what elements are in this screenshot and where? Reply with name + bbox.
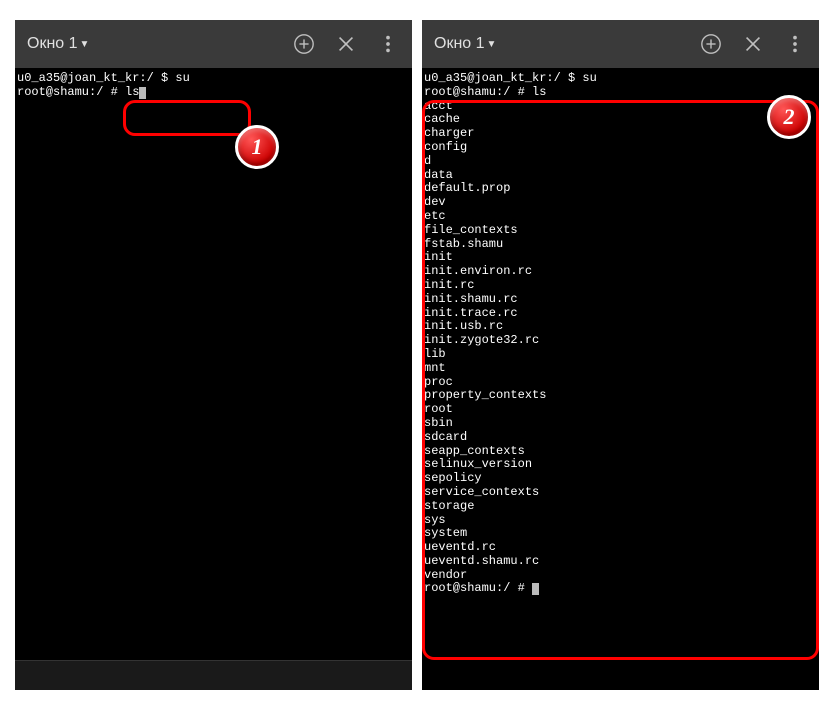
- phone-screen-right: Окно 1 ▼: [422, 20, 819, 690]
- terminal-line: init.trace.rc: [424, 306, 518, 320]
- terminal-line: service_contexts: [424, 485, 539, 499]
- window-title: Окно 1: [434, 35, 485, 53]
- terminal-line: ueventd.rc: [424, 540, 496, 554]
- terminal-line: selinux_version: [424, 457, 532, 471]
- terminal-line: fstab.shamu: [424, 237, 503, 251]
- menu-button[interactable]: [376, 32, 400, 56]
- terminal-line: data: [424, 168, 453, 182]
- terminal-line: lib: [424, 347, 446, 361]
- dropdown-icon: ▼: [487, 39, 497, 50]
- more-vertical-icon: [377, 33, 399, 55]
- terminal-line: init.usb.rc: [424, 319, 503, 333]
- terminal-line: sepolicy: [424, 471, 482, 485]
- terminal-line: init: [424, 250, 453, 264]
- window-selector[interactable]: Окно 1 ▼: [434, 35, 699, 53]
- plus-circle-icon: [293, 33, 315, 55]
- phone-screen-left: Окно 1 ▼: [15, 20, 412, 690]
- terminal-line: root@shamu:/ # ls: [17, 85, 139, 99]
- close-tab-button[interactable]: [334, 32, 358, 56]
- terminal-line: property_contexts: [424, 388, 546, 402]
- titlebar-actions: [292, 32, 400, 56]
- titlebar: Окно 1 ▼: [422, 20, 819, 68]
- window-title: Окно 1: [27, 35, 78, 53]
- terminal-line: init.environ.rc: [424, 264, 532, 278]
- close-icon: [742, 33, 764, 55]
- cursor-icon: [139, 87, 146, 99]
- titlebar: Окно 1 ▼: [15, 20, 412, 68]
- terminal-line: vendor: [424, 568, 467, 582]
- terminal-line: init.rc: [424, 278, 474, 292]
- terminal-prompt: root@shamu:/ #: [424, 581, 532, 595]
- dropdown-icon: ▼: [80, 39, 90, 50]
- terminal-output[interactable]: u0_a35@joan_kt_kr:/ $ su root@shamu:/ # …: [422, 68, 819, 690]
- terminal-line: seapp_contexts: [424, 444, 525, 458]
- more-vertical-icon: [784, 33, 806, 55]
- terminal-line: init.shamu.rc: [424, 292, 518, 306]
- terminal-line: default.prop: [424, 181, 510, 195]
- terminal-line: u0_a35@joan_kt_kr:/ $ su: [17, 71, 190, 85]
- terminal-line: file_contexts: [424, 223, 518, 237]
- terminal-line: root: [424, 402, 453, 416]
- close-tab-button[interactable]: [741, 32, 765, 56]
- terminal-line: config: [424, 140, 467, 154]
- terminal-line: etc: [424, 209, 446, 223]
- terminal-line: root@shamu:/ # ls: [424, 85, 546, 99]
- terminal-line: system: [424, 526, 467, 540]
- terminal-line: storage: [424, 499, 474, 513]
- terminal-line: mnt: [424, 361, 446, 375]
- terminal-output[interactable]: u0_a35@joan_kt_kr:/ $ su root@shamu:/ # …: [15, 68, 412, 660]
- terminal-line: init.zygote32.rc: [424, 333, 539, 347]
- cursor-icon: [532, 583, 539, 595]
- close-icon: [335, 33, 357, 55]
- titlebar-actions: [699, 32, 807, 56]
- terminal-line: charger: [424, 126, 474, 140]
- terminal-line: acct: [424, 99, 453, 113]
- terminal-line: u0_a35@joan_kt_kr:/ $ su: [424, 71, 597, 85]
- add-tab-button[interactable]: [699, 32, 723, 56]
- terminal-line: cache: [424, 112, 460, 126]
- add-tab-button[interactable]: [292, 32, 316, 56]
- terminal-line: ueventd.shamu.rc: [424, 554, 539, 568]
- plus-circle-icon: [700, 33, 722, 55]
- menu-button[interactable]: [783, 32, 807, 56]
- window-selector[interactable]: Окно 1 ▼: [27, 35, 292, 53]
- terminal-line: sbin: [424, 416, 453, 430]
- terminal-line: dev: [424, 195, 446, 209]
- terminal-line: sdcard: [424, 430, 467, 444]
- terminal-line: sys: [424, 513, 446, 527]
- terminal-line: d: [424, 154, 431, 168]
- terminal-line: proc: [424, 375, 453, 389]
- bottom-bar: [15, 660, 412, 690]
